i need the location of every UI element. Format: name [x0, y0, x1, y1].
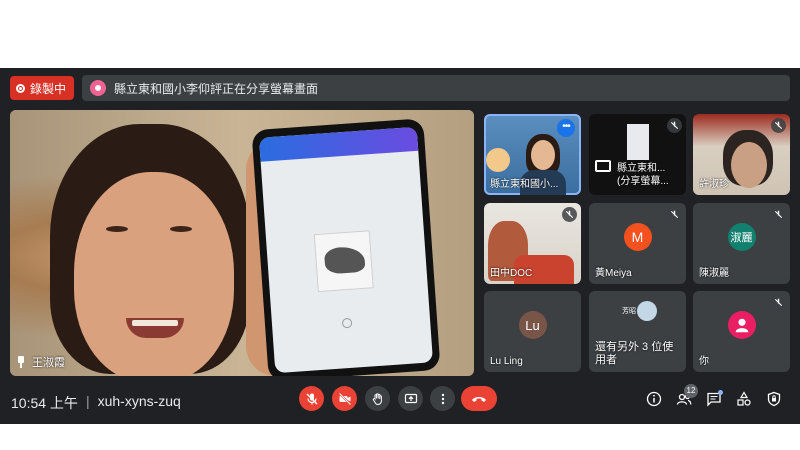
mic-off-icon	[771, 295, 786, 310]
participant-avatar: Lu	[518, 311, 547, 340]
host-controls-button[interactable]	[765, 390, 783, 408]
mic-off-icon	[667, 118, 682, 133]
meeting-time: 10:54 上午	[11, 395, 78, 411]
record-icon	[16, 83, 25, 93]
speaker-eye-right	[170, 226, 192, 232]
mic-off-icon	[562, 207, 577, 222]
sticker-icon	[486, 148, 510, 172]
meet-window: 錄製中 縣立東和國小李仰評正在分享螢幕畫面 王淑霞 ••• 縣立東和國小... …	[0, 68, 800, 424]
present-now-button[interactable]	[398, 386, 423, 411]
participant-name: Lu Ling	[490, 356, 523, 367]
participant-name: 縣立東和國小...	[490, 179, 559, 190]
participant-tile[interactable]: ••• 縣立東和國小...	[484, 114, 581, 195]
mic-off-icon	[771, 118, 786, 133]
activities-icon	[737, 391, 751, 406]
separator: |	[85, 393, 90, 409]
participant-name: 田中DOC	[490, 268, 533, 279]
more-icon	[441, 393, 444, 404]
spotlight-name-label: 王淑霞	[16, 354, 65, 370]
meeting-info: 10:54 上午 | xuh-xyns-zuq	[11, 393, 181, 413]
participant-name: 你	[699, 356, 709, 367]
participant-avatar: M	[623, 223, 652, 252]
participant-tile[interactable]: Lu Lu Ling	[484, 291, 581, 372]
leave-call-button[interactable]	[461, 386, 497, 411]
pin-icon[interactable]	[16, 356, 26, 368]
meeting-code: xuh-xyns-zuq	[97, 393, 181, 409]
share-banner: 縣立東和國小李仰評正在分享螢幕畫面	[82, 75, 790, 101]
participant-name: 縣立東和... (分享螢幕...	[617, 163, 669, 187]
more-options-icon[interactable]: •••	[557, 119, 575, 137]
participant-tile[interactable]: 許淑珍	[693, 114, 790, 195]
shared-screen-thumbnail	[627, 124, 649, 160]
phone-image-card	[313, 230, 374, 293]
participant-face	[531, 140, 555, 170]
host-controls-icon	[767, 391, 781, 407]
participant-tile[interactable]: 縣立東和... (分享螢幕...	[589, 114, 686, 195]
overflow-participants-label: 還有另外 3 位使用者	[595, 341, 674, 366]
participant-avatar: 淑麗	[727, 223, 756, 252]
participant-count-badge: 12	[684, 384, 698, 398]
participant-name: 許淑珍	[699, 179, 729, 190]
raise-hand-icon	[372, 392, 382, 405]
raise-hand-button[interactable]	[365, 386, 390, 411]
participant-tile[interactable]: M 黃Meiya	[589, 203, 686, 284]
mic-off-icon	[667, 207, 682, 222]
present-icon	[404, 393, 417, 403]
spotlight-video-tile[interactable]: 王淑霞	[10, 110, 474, 376]
speaker-eye-left	[106, 226, 128, 232]
participant-tile[interactable]: 芳昭 還有另外 3 位使用者	[589, 291, 686, 372]
held-phone	[251, 118, 441, 376]
recording-badge[interactable]: 錄製中	[10, 76, 75, 100]
participant-tile[interactable]: 田中DOC	[484, 203, 581, 284]
participant-avatar: 芳昭	[619, 301, 639, 321]
camera-off-icon	[338, 392, 351, 405]
recording-label: 錄製中	[30, 81, 67, 96]
phone-indicator	[341, 317, 353, 329]
presenter-avatar-icon	[90, 80, 106, 96]
phone-app-bar	[258, 126, 419, 162]
participant-tile[interactable]: 淑麗 陳淑麗	[693, 203, 790, 284]
activities-button[interactable]	[735, 390, 753, 408]
mic-off-icon	[306, 393, 317, 404]
participant-name: 黃Meiya	[595, 268, 632, 279]
chat-unread-dot	[718, 390, 723, 395]
self-avatar-icon	[727, 311, 756, 340]
spotlight-name: 王淑霞	[32, 357, 65, 369]
more-options-button[interactable]	[430, 386, 455, 411]
chat-button[interactable]	[705, 390, 723, 408]
info-icon	[646, 391, 662, 407]
share-banner-text: 縣立東和國小李仰評正在分享螢幕畫面	[114, 81, 319, 96]
end-call-icon	[472, 396, 486, 402]
mic-off-icon	[771, 207, 786, 222]
speaker-face	[74, 172, 234, 376]
camera-toggle-button[interactable]	[332, 386, 357, 411]
mic-toggle-button[interactable]	[299, 386, 324, 411]
participant-name: 陳淑麗	[699, 268, 729, 279]
meeting-details-button[interactable]	[645, 390, 663, 408]
participant-avatar-photo	[637, 301, 657, 321]
participant-tile[interactable]: 你	[693, 291, 790, 372]
phone-screen	[258, 126, 434, 374]
present-icon	[595, 160, 611, 172]
